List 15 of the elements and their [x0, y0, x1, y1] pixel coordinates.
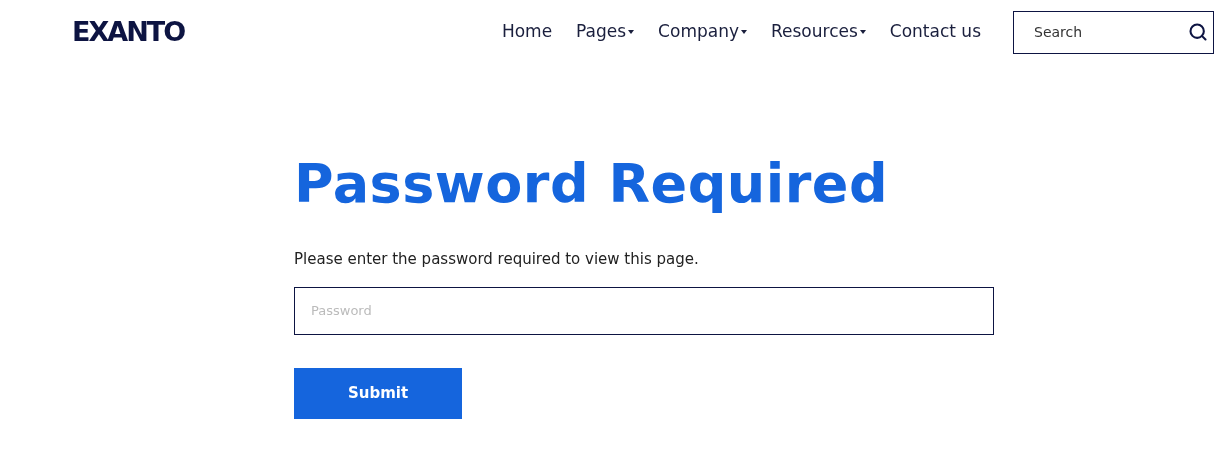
caret-icon	[628, 30, 635, 34]
nav-link[interactable]: Resources	[771, 19, 866, 45]
search-field[interactable]: Search	[1013, 10, 1214, 54]
nav-link[interactable]: Pages	[576, 19, 635, 45]
logo[interactable]: EXANTO	[72, 11, 185, 53]
instructions-text: Please enter the password required to view this page.	[294, 249, 700, 270]
caret-icon	[859, 30, 866, 34]
search-icon[interactable]	[1188, 21, 1208, 42]
submit-button[interactable]: Submit	[294, 367, 462, 419]
page-heading: Password Required	[294, 151, 890, 217]
nav-link[interactable]: Company	[658, 19, 747, 45]
nav-link[interactable]: Home	[501, 19, 553, 45]
password-field[interactable]: Password	[294, 286, 994, 335]
nav-link[interactable]: Contact us	[889, 19, 981, 45]
caret-icon	[741, 30, 747, 34]
